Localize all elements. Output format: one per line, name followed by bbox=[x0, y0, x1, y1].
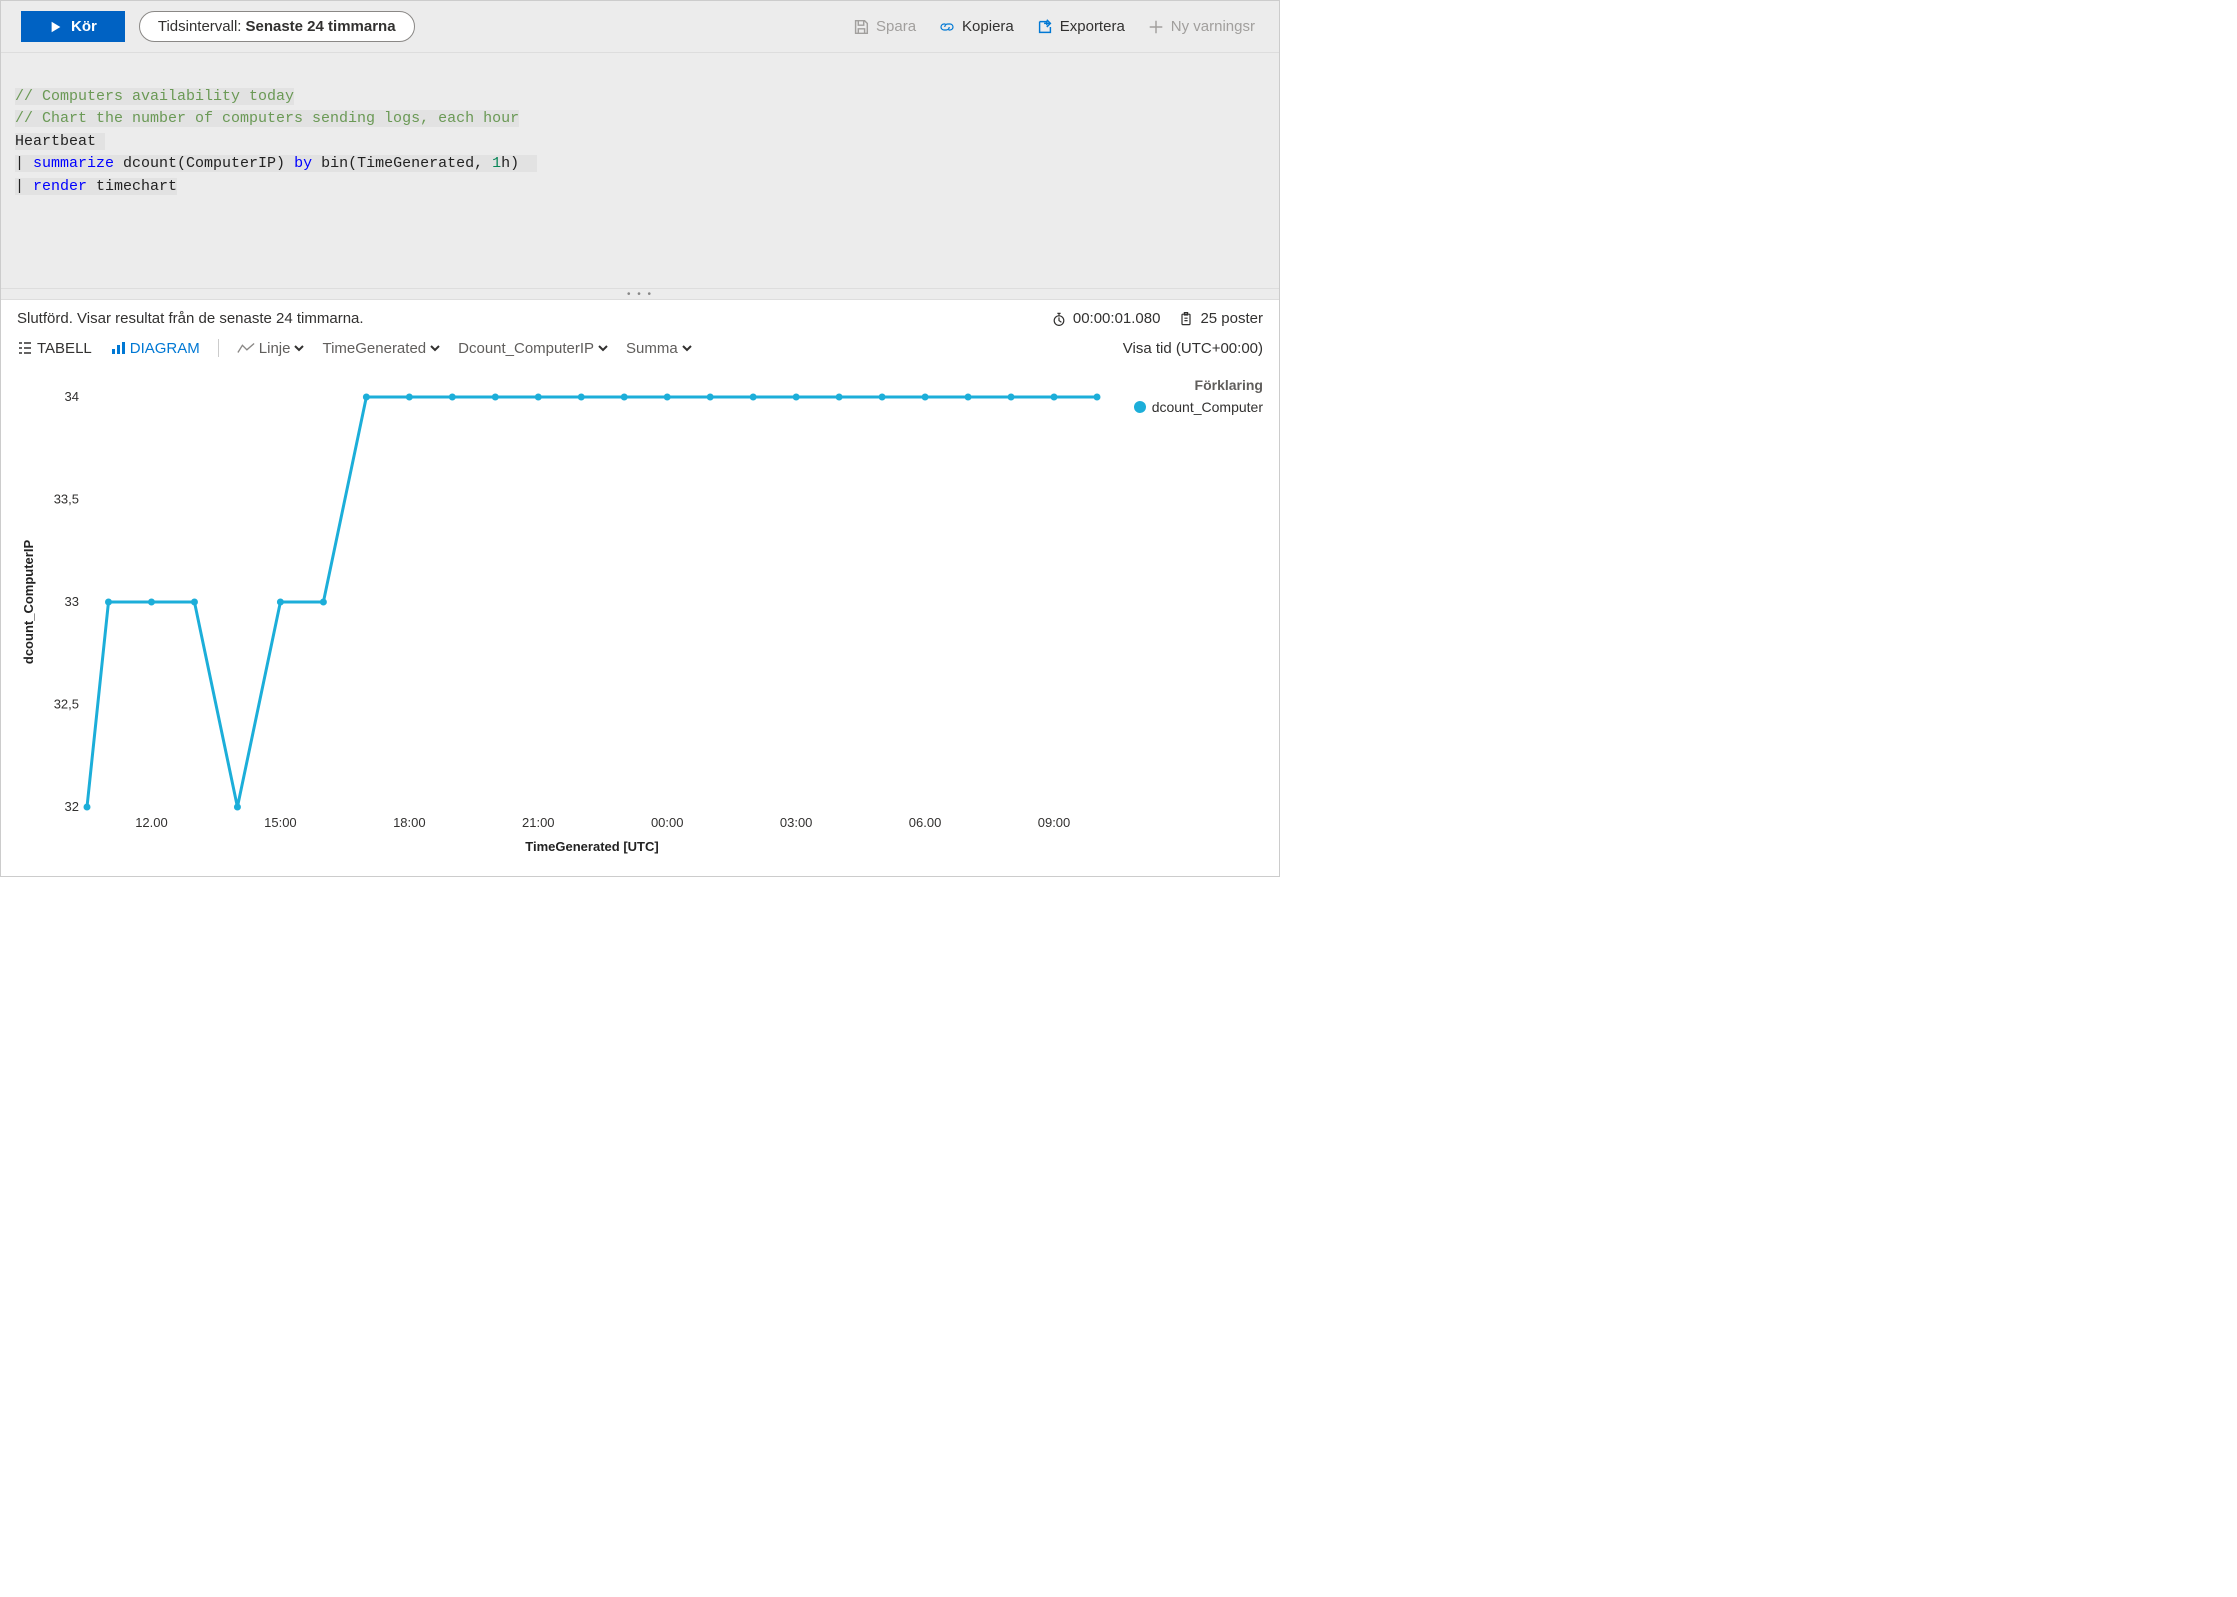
query-duration: 00:00:01.080 bbox=[1051, 310, 1161, 327]
chart-area: 32 32,5 33 33,5 34 12.00 15:00 18:00 21:00 00:00 0… bbox=[1, 367, 1279, 876]
svg-text:32,5: 32,5 bbox=[54, 697, 79, 712]
new-alert-label: Ny varningsr bbox=[1171, 18, 1255, 35]
chart-icon bbox=[110, 340, 126, 356]
time-range-label: Tidsintervall: bbox=[158, 18, 242, 35]
chart-svg: 32 32,5 33 33,5 34 12.00 15:00 18:00 21:00 00:00 0… bbox=[17, 377, 1107, 857]
time-range-value: Senaste 24 timmarna bbox=[245, 18, 395, 35]
svg-text:09:00: 09:00 bbox=[1038, 815, 1071, 830]
query-editor[interactable]: // Computers availability today // Chart… bbox=[1, 53, 1279, 288]
new-alert-button[interactable]: Ny varningsr bbox=[1143, 14, 1259, 40]
line-chart-icon bbox=[237, 341, 255, 355]
svg-text:12.00: 12.00 bbox=[135, 815, 168, 830]
svg-text:34: 34 bbox=[65, 389, 79, 404]
record-count: 25 poster bbox=[1178, 310, 1263, 327]
legend-dot bbox=[1134, 401, 1146, 413]
export-label: Exportera bbox=[1060, 18, 1125, 35]
aggregation-dropdown[interactable]: Summa bbox=[626, 340, 692, 357]
legend-item[interactable]: dcount_Computer bbox=[1123, 399, 1263, 415]
chart[interactable]: 32 32,5 33 33,5 34 12.00 15:00 18:00 21:00 00:00 0… bbox=[17, 377, 1113, 860]
copy-button[interactable]: Kopiera bbox=[934, 14, 1018, 40]
y-field-dropdown[interactable]: Dcount_ComputerIP bbox=[458, 340, 608, 357]
chevron-down-icon bbox=[682, 343, 692, 353]
svg-text:33,5: 33,5 bbox=[54, 492, 79, 507]
tab-chart[interactable]: DIAGRAM bbox=[110, 340, 200, 357]
legend-title: Förklaring bbox=[1123, 377, 1263, 393]
export-icon bbox=[1036, 18, 1054, 36]
legend-series-label: dcount_Computer bbox=[1152, 399, 1263, 415]
chevron-down-icon bbox=[598, 343, 608, 353]
play-icon bbox=[49, 20, 63, 34]
link-icon bbox=[938, 18, 956, 36]
x-field-dropdown[interactable]: TimeGenerated bbox=[322, 340, 440, 357]
svg-text:32: 32 bbox=[65, 799, 79, 814]
svg-text:21:00: 21:00 bbox=[522, 815, 555, 830]
chevron-down-icon bbox=[430, 343, 440, 353]
pane-splitter[interactable]: • • • bbox=[1, 288, 1279, 300]
plus-icon bbox=[1147, 18, 1165, 36]
table-icon bbox=[17, 340, 33, 356]
chart-type-dropdown[interactable]: Linje bbox=[237, 340, 305, 357]
timezone-display[interactable]: Visa tid (UTC+00:00) bbox=[1123, 340, 1263, 357]
copy-label: Kopiera bbox=[962, 18, 1014, 35]
save-icon bbox=[852, 18, 870, 36]
svg-text:00:00: 00:00 bbox=[651, 815, 684, 830]
save-button[interactable]: Spara bbox=[848, 14, 920, 40]
svg-text:33: 33 bbox=[65, 594, 79, 609]
svg-text:18:00: 18:00 bbox=[393, 815, 426, 830]
status-bar: Slutförd. Visar resultat från de senaste… bbox=[1, 300, 1279, 333]
status-message: Slutförd. Visar resultat från de senaste… bbox=[17, 310, 364, 327]
toolbar: Kör Tidsintervall: Senaste 24 timmarna S… bbox=[1, 1, 1279, 53]
divider bbox=[218, 339, 219, 357]
svg-text:dcount_ComputerIP: dcount_ComputerIP bbox=[21, 540, 36, 665]
run-button-label: Kör bbox=[71, 18, 97, 35]
view-controls: TABELL DIAGRAM Linje TimeGenerated Dcoun… bbox=[1, 333, 1279, 367]
time-range-picker[interactable]: Tidsintervall: Senaste 24 timmarna bbox=[139, 11, 415, 42]
clipboard-icon bbox=[1178, 311, 1194, 327]
tab-table[interactable]: TABELL bbox=[17, 340, 92, 357]
run-button[interactable]: Kör bbox=[21, 11, 125, 42]
svg-text:06.00: 06.00 bbox=[909, 815, 942, 830]
chevron-down-icon bbox=[294, 343, 304, 353]
svg-text:15:00: 15:00 bbox=[264, 815, 297, 830]
svg-text:03:00: 03:00 bbox=[780, 815, 813, 830]
save-label: Spara bbox=[876, 18, 916, 35]
svg-text:TimeGenerated [UTC]: TimeGenerated [UTC] bbox=[525, 839, 658, 854]
stopwatch-icon bbox=[1051, 311, 1067, 327]
export-button[interactable]: Exportera bbox=[1032, 14, 1129, 40]
legend: Förklaring dcount_Computer bbox=[1113, 377, 1263, 860]
